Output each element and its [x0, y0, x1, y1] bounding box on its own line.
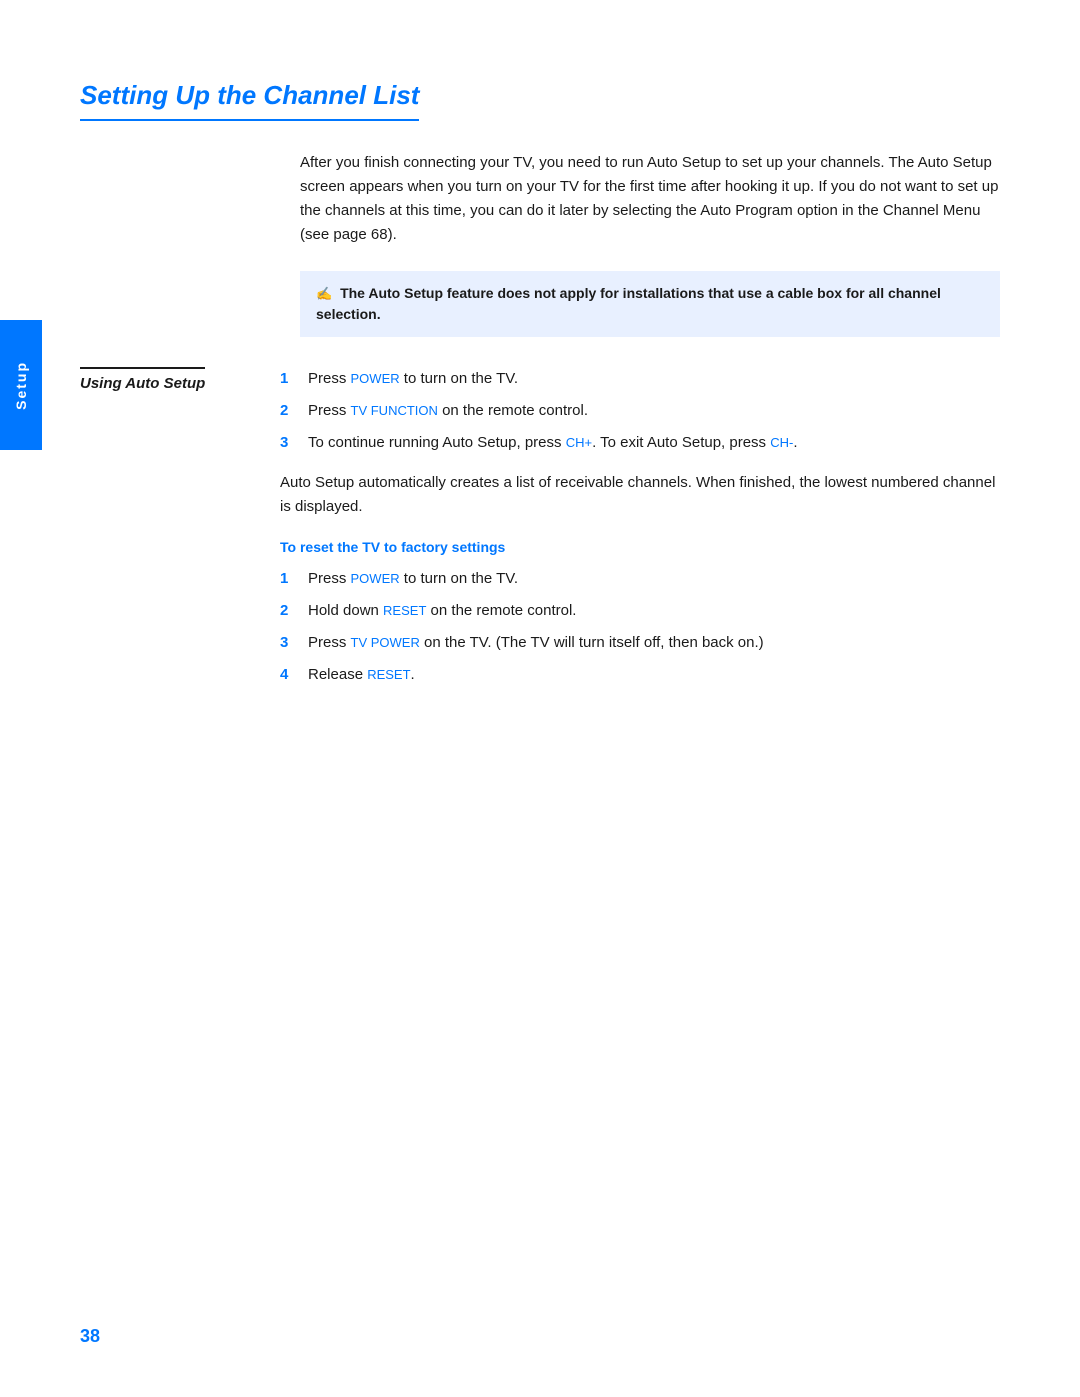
- reset-step-2-text: Hold down RESET on the remote control.: [308, 599, 1000, 623]
- reset-step-3-number: 3: [280, 631, 302, 655]
- section-label: Using Auto Setup: [80, 367, 205, 392]
- note-box: ✍ The Auto Setup feature does not apply …: [300, 271, 1000, 337]
- reset-step-4-text: Release RESET.: [308, 663, 1000, 687]
- reset-steps-list: 1 Press POWER to turn on the TV. 2 Hold …: [280, 567, 1000, 687]
- reset-step-1: 1 Press POWER to turn on the TV.: [280, 567, 1000, 591]
- reset-step-4: 4 Release RESET.: [280, 663, 1000, 687]
- page-title: Setting Up the Channel List: [80, 80, 419, 121]
- section-content: 1 Press POWER to turn on the TV. 2 Press…: [280, 367, 1000, 703]
- step-2-number: 2: [280, 399, 302, 423]
- auto-setup-steps-list: 1 Press POWER to turn on the TV. 2 Press…: [280, 367, 1000, 455]
- auto-setup-para: Auto Setup automatically creates a list …: [280, 471, 1000, 519]
- reset-step-2: 2 Hold down RESET on the remote control.: [280, 599, 1000, 623]
- main-content: Setting Up the Channel List After you fi…: [80, 60, 1000, 703]
- intro-block: After you finish connecting your TV, you…: [300, 151, 1000, 247]
- sidebar-tab-label: Setup: [13, 361, 29, 410]
- step-3-number: 3: [280, 431, 302, 455]
- step-2-text: Press TV FUNCTION on the remote control.: [308, 399, 1000, 423]
- reset-step-1-number: 1: [280, 567, 302, 591]
- keyword-reset-2: RESET: [367, 667, 410, 682]
- keyword-tv-function: TV FUNCTION: [351, 403, 438, 418]
- step-2: 2 Press TV FUNCTION on the remote contro…: [280, 399, 1000, 423]
- reset-step-3-text: Press TV POWER on the TV. (The TV will t…: [308, 631, 1000, 655]
- keyword-tv-power: TV POWER: [351, 635, 420, 650]
- keyword-ch-minus: CH-: [770, 435, 793, 450]
- keyword-reset-1: RESET: [383, 603, 426, 618]
- reset-heading: To reset the TV to factory settings: [280, 539, 1000, 555]
- keyword-ch-plus: CH+: [566, 435, 592, 450]
- reset-step-1-text: Press POWER to turn on the TV.: [308, 567, 1000, 591]
- note-text: The Auto Setup feature does not apply fo…: [316, 285, 941, 322]
- auto-setup-section: Using Auto Setup 1 Press POWER to turn o…: [80, 367, 1000, 703]
- step-1-number: 1: [280, 367, 302, 391]
- step-1-text: Press POWER to turn on the TV.: [308, 367, 1000, 391]
- sidebar-tab: Setup: [0, 320, 42, 450]
- intro-text: After you finish connecting your TV, you…: [300, 151, 1000, 247]
- reset-step-3: 3 Press TV POWER on the TV. (The TV will…: [280, 631, 1000, 655]
- keyword-power-1: POWER: [351, 371, 400, 386]
- step-3: 3 To continue running Auto Setup, press …: [280, 431, 1000, 455]
- page-container: Setup Setting Up the Channel List After …: [0, 0, 1080, 1397]
- reset-step-2-number: 2: [280, 599, 302, 623]
- step-1: 1 Press POWER to turn on the TV.: [280, 367, 1000, 391]
- keyword-power-2: POWER: [351, 571, 400, 586]
- reset-step-4-number: 4: [280, 663, 302, 687]
- step-3-text: To continue running Auto Setup, press CH…: [308, 431, 1000, 455]
- page-number: 38: [80, 1326, 100, 1347]
- section-label-area: Using Auto Setup: [80, 367, 280, 703]
- note-icon: ✍: [316, 286, 332, 301]
